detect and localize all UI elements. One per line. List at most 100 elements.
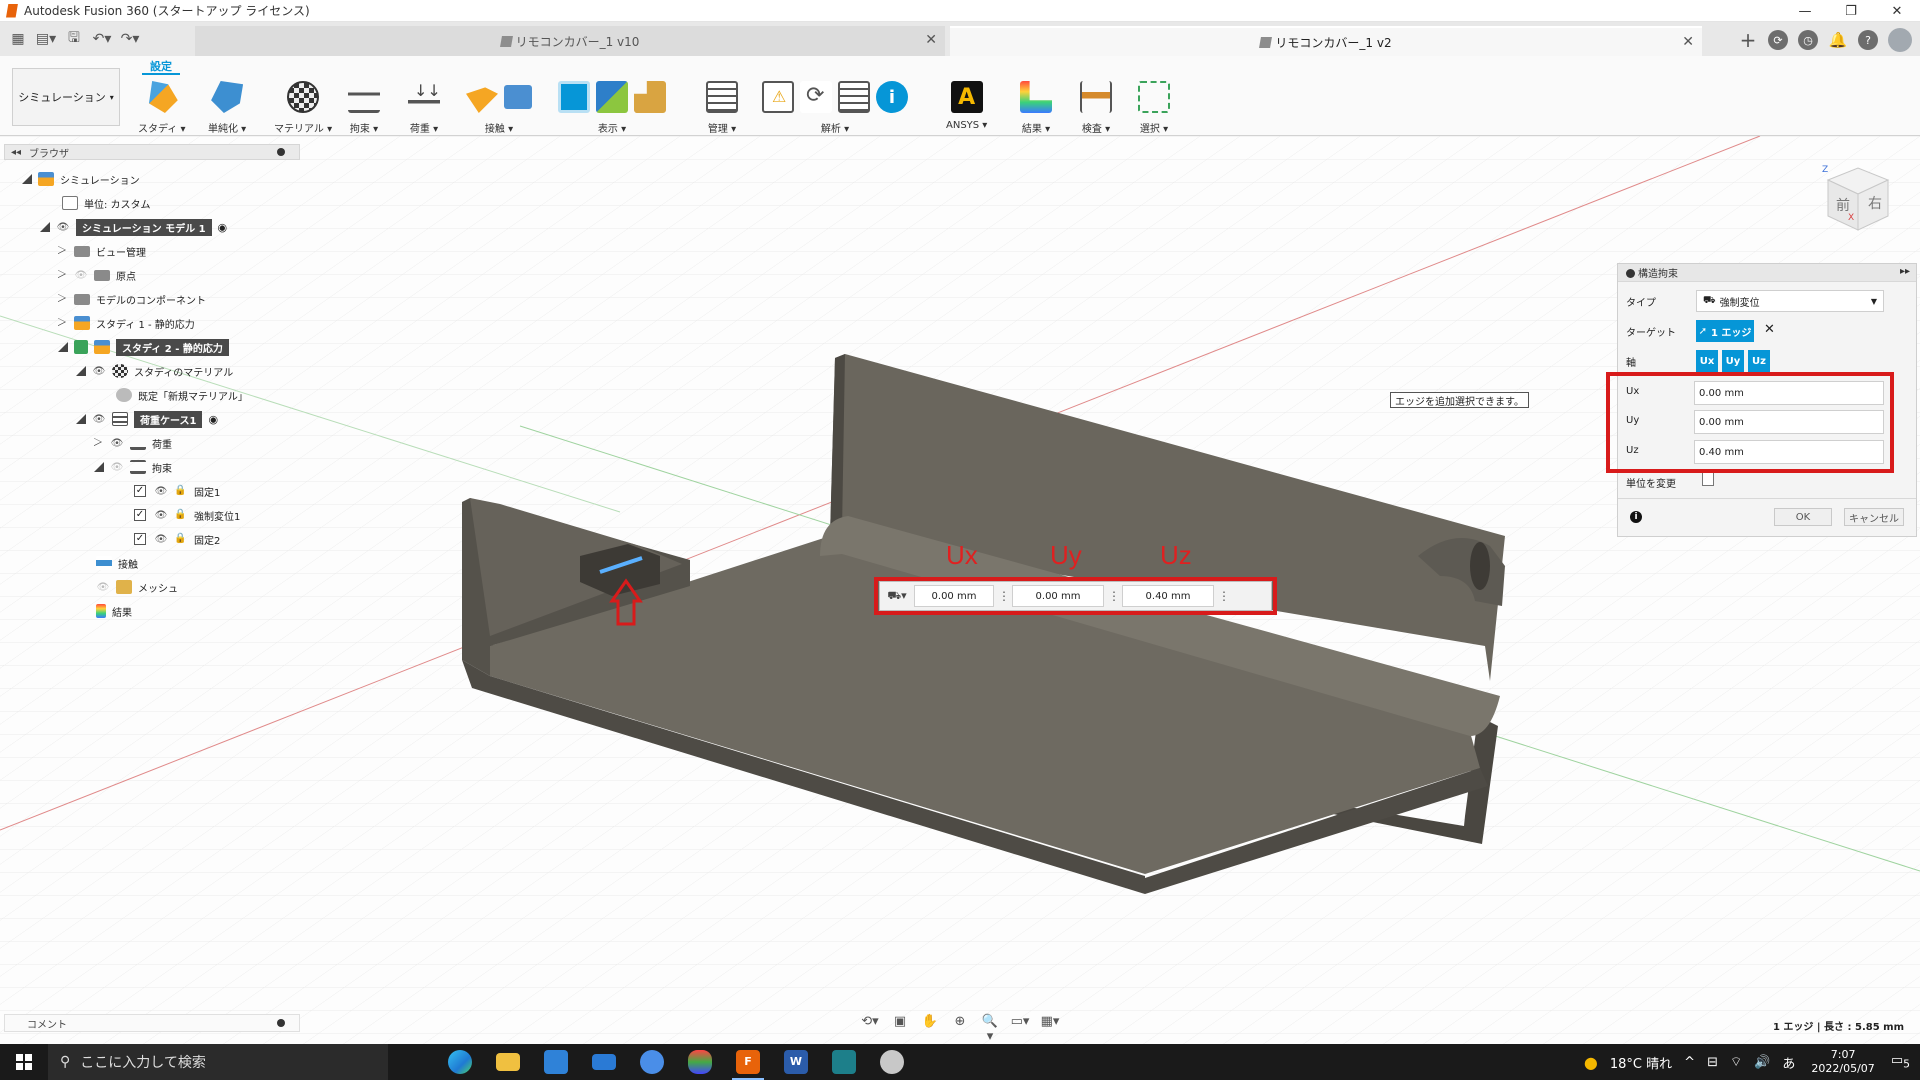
word-app-icon[interactable]: W [772,1044,820,1080]
visibility-eye-icon[interactable]: 👁 [154,486,168,497]
tab-setup[interactable]: 設定 [150,58,172,74]
material-group[interactable]: マテリアル ▾ [274,78,332,135]
orbit-icon[interactable]: ⟲▾ [860,1014,880,1030]
job-status-list-icon[interactable] [838,81,870,113]
hud-uy-input[interactable]: 0.00 mm [1012,585,1104,607]
edge-app-icon[interactable] [436,1044,484,1080]
simplify-group[interactable]: 単純化 ▾ [208,78,246,135]
close-tab-icon[interactable]: ✕ [925,32,937,48]
maximize-button[interactable]: ❐ [1828,0,1874,22]
checkbox[interactable]: ✓ [134,533,146,545]
tree-item[interactable]: ✓ 👁 🔒 強制変位1 [134,504,240,526]
display-settings-icon[interactable] [558,81,590,113]
checkbox[interactable]: ✓ [134,485,146,497]
hud-ux-menu-icon[interactable]: ⋮ [998,589,1010,603]
collapse-icon[interactable] [94,438,104,448]
tree-item[interactable]: 👁 荷重ケース1 ◉ [76,408,218,430]
collapse-icon[interactable] [58,318,68,328]
tree-item[interactable]: 単位: カスタム [62,192,151,214]
zoom-icon[interactable]: ⊕ [950,1014,970,1030]
comments-bar[interactable]: コメント [4,1014,300,1032]
constraint-type-icon[interactable]: ⛟▾ [880,589,914,604]
comments-pin-icon[interactable] [277,1019,285,1027]
wifi-icon[interactable]: ⌔ [1730,1054,1742,1070]
hidden-eye-icon[interactable]: 👁 [74,270,88,281]
new-tab-icon[interactable]: + [1738,28,1758,52]
display-group[interactable]: 表示 ▾ [558,78,666,135]
tree-item[interactable]: 既定「新規マテリアル」 [116,384,248,406]
explorer-app-icon[interactable] [484,1044,532,1080]
visibility-eye-icon[interactable]: 👁 [110,438,124,449]
tree-item[interactable]: 👁 シミュレーション モデル 1 ◉ [40,216,227,238]
ime-indicator[interactable]: あ [1782,1053,1795,1072]
visibility-eye-icon[interactable]: 👁 [154,510,168,521]
pan-icon[interactable]: ✋ [920,1014,940,1030]
hud-ux-input[interactable]: 0.00 mm [914,585,994,607]
pre-check-icon[interactable]: ⚠ [762,81,794,113]
tree-item[interactable]: ビュー管理 [58,240,146,262]
network-icon[interactable]: ⊟ [1707,1055,1718,1070]
help-icon[interactable]: ? [1858,30,1878,50]
collapse-icon[interactable] [58,246,68,256]
chevron-up-icon[interactable]: ^ [1684,1055,1695,1070]
hud-uz-input[interactable]: 0.40 mm [1122,585,1214,607]
results-group[interactable]: 結果 ▾ [1020,78,1052,135]
check-active-icon[interactable] [74,340,88,354]
visibility-eye-icon[interactable]: 👁 [154,534,168,545]
manage-settings-icon[interactable] [706,81,738,113]
axis-ux-toggle[interactable]: Ux [1696,350,1718,372]
units-document-icon[interactable] [1702,472,1714,486]
constraint-icon[interactable] [348,81,380,113]
dialog-collapse-icon[interactable] [1626,269,1635,278]
expand-icon[interactable] [40,222,50,232]
material-icon[interactable] [287,81,320,113]
select-group[interactable]: 選択 ▾ [1138,78,1170,135]
inspect-group[interactable]: 検査 ▾ [1080,78,1112,135]
solve-group[interactable]: ⚠ ⟳ i 解析 ▾ [762,78,908,135]
dialog-header[interactable]: 構造拘束 ▸▸ [1618,264,1916,282]
visibility-eye-icon[interactable]: 👁 [92,366,106,377]
browser-pin-icon[interactable] [277,148,285,156]
collapse-icon[interactable] [58,270,68,280]
info-icon[interactable]: i [876,81,908,113]
loads-group[interactable]: ↓↓ 荷重 ▾ [408,78,441,135]
browser-header[interactable]: ◂◂ ブラウザ [4,144,300,160]
clock[interactable]: 7:07 2022/05/07 [1811,1048,1874,1076]
expand-icon[interactable] [76,366,86,376]
tree-item[interactable]: スタディ 2 - 静的応力 [58,336,229,358]
start-button[interactable] [0,1044,48,1080]
contact-icon[interactable] [466,87,498,113]
ok-button[interactable]: OK [1774,508,1832,526]
extensions-icon[interactable]: ⟳ [1768,30,1788,50]
minimize-button[interactable]: — [1782,0,1828,22]
visibility-eye-icon[interactable]: 👁 [56,222,70,233]
tree-item[interactable]: シミュレーション [22,168,140,190]
study-group[interactable]: スタディ ▾ [138,78,186,135]
ansys-group[interactable]: A ANSYS ▾ [946,78,987,131]
store-app-icon[interactable] [532,1044,580,1080]
tree-item[interactable]: モデルのコンポーネント [58,288,206,310]
fusion-app-icon[interactable]: F [724,1044,772,1080]
constraints-group[interactable]: 拘束 ▾ [348,78,380,135]
radio-active-icon[interactable]: ◉ [208,413,218,426]
paint-app-icon[interactable] [676,1044,724,1080]
tree-item[interactable]: 👁 拘束 [94,456,172,478]
simplify-icon[interactable] [211,81,244,113]
expand-icon[interactable] [58,342,68,352]
expand-icon[interactable] [94,462,104,472]
document-tab-2[interactable]: リモコンカバー_1 v2 ✕ [950,26,1702,56]
checkbox[interactable]: ✓ [134,509,146,521]
ansys-icon[interactable]: A [950,81,983,113]
window-select-icon[interactable] [1138,81,1170,113]
tree-item[interactable]: 接触 [96,552,138,574]
hud-uy-menu-icon[interactable]: ⋮ [1108,589,1120,603]
grid-settings-icon[interactable]: ▦▾ [1040,1014,1060,1030]
notification-center-icon[interactable]: ▭5 [1891,1053,1910,1071]
app-grid-icon[interactable]: ▦ [6,27,30,51]
contacts-group[interactable]: 接触 ▾ [466,78,532,135]
tree-item[interactable]: 👁原点 [58,264,136,286]
type-dropdown[interactable]: ⛟ 強制変位 ▼ [1696,290,1884,312]
taskbar-search[interactable]: ⚲ ここに入力して検索 [48,1044,388,1080]
collapse-icon[interactable] [58,294,68,304]
document-tab-1[interactable]: リモコンカバー_1 v10 ✕ [195,26,945,56]
